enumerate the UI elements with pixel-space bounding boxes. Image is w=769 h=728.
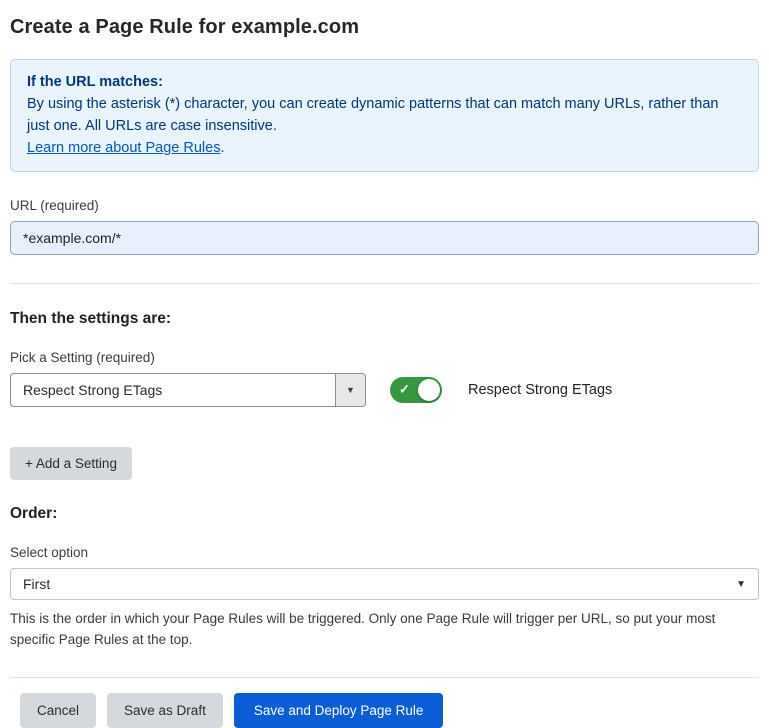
add-setting-button[interactable]: + Add a Setting	[10, 447, 132, 480]
order-dropdown[interactable]: First ▼	[10, 568, 759, 600]
save-deploy-button[interactable]: Save and Deploy Page Rule	[234, 693, 444, 728]
url-field-label: URL (required)	[10, 198, 759, 213]
order-help-text: This is the order in which your Page Rul…	[10, 609, 755, 651]
chevron-down-icon: ▼	[736, 579, 746, 590]
order-dropdown-value: First	[23, 576, 736, 592]
info-box-body: By using the asterisk (*) character, you…	[27, 93, 742, 137]
footer-actions: Cancel Save as Draft Save and Deploy Pag…	[10, 677, 759, 728]
save-draft-button[interactable]: Save as Draft	[107, 693, 223, 728]
order-select-label: Select option	[10, 545, 759, 560]
cancel-button[interactable]: Cancel	[20, 693, 96, 728]
page-rule-form: Create a Page Rule for example.com If th…	[0, 0, 769, 728]
order-section-heading: Order:	[10, 505, 759, 523]
setting-toggle-group: ✓ Respect Strong ETags	[390, 377, 612, 403]
toggle-knob	[418, 379, 440, 401]
learn-more-link[interactable]: Learn more about Page Rules	[27, 140, 220, 156]
pick-setting-label: Pick a Setting (required)	[10, 350, 759, 365]
settings-section-heading: Then the settings are:	[10, 310, 759, 328]
page-title: Create a Page Rule for example.com	[10, 16, 759, 39]
url-match-info-box: If the URL matches: By using the asteris…	[10, 59, 759, 172]
etags-toggle[interactable]: ✓	[390, 377, 442, 403]
link-period: .	[220, 140, 224, 156]
info-box-link-line: Learn more about Page Rules.	[27, 137, 742, 159]
chevron-down-icon[interactable]: ▼	[335, 374, 365, 406]
setting-dropdown-value: Respect Strong ETags	[11, 374, 335, 406]
divider-top	[10, 283, 759, 284]
url-input[interactable]	[10, 221, 759, 255]
check-icon: ✓	[399, 382, 410, 398]
setting-dropdown[interactable]: Respect Strong ETags ▼	[10, 373, 366, 407]
setting-row: Respect Strong ETags ▼ ✓ Respect Strong …	[10, 373, 759, 407]
info-box-heading: If the URL matches:	[27, 71, 742, 93]
toggle-label: Respect Strong ETags	[468, 382, 612, 398]
